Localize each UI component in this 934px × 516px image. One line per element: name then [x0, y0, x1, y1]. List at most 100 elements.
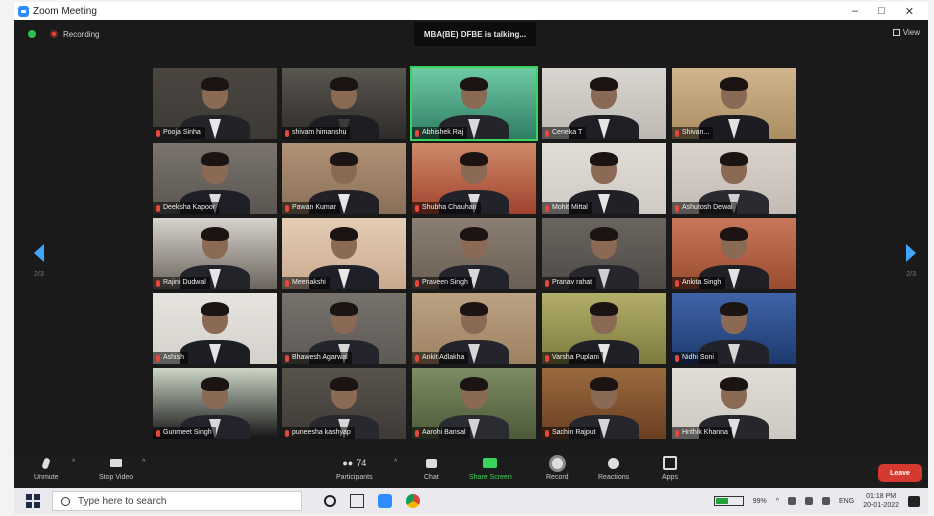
- participant-name: Ceneka T: [552, 129, 583, 136]
- participants-button[interactable]: ●● 74 Participants: [336, 456, 373, 481]
- taskbar-search-input[interactable]: Type here to search: [52, 491, 302, 511]
- participant-video-tile[interactable]: Pawan Kumar: [282, 143, 406, 214]
- participant-video-tile[interactable]: Varsha Puplani: [542, 293, 666, 364]
- windows-start-icon[interactable]: [26, 494, 40, 508]
- participant-video-tile[interactable]: Gunmeet Singh: [153, 368, 277, 439]
- record-button[interactable]: Record: [546, 456, 569, 481]
- reactions-button[interactable]: Reactions: [598, 456, 629, 481]
- security-shield-icon[interactable]: [28, 30, 36, 38]
- window-title: Zoom Meeting: [33, 5, 97, 17]
- apps-button[interactable]: Apps: [662, 456, 678, 481]
- share-screen-button[interactable]: Share Screen: [469, 456, 512, 481]
- participant-video-tile[interactable]: shivam himanshu: [282, 68, 406, 139]
- zoom-logo-icon: [18, 5, 29, 17]
- participant-video-tile[interactable]: Nidhi Soni: [672, 293, 796, 364]
- participant-name: Pooja Sinha: [163, 129, 201, 136]
- task-view-icon[interactable]: [350, 494, 364, 508]
- microphone-muted-icon: [545, 429, 549, 437]
- audio-options-chevron-icon[interactable]: ^: [72, 459, 75, 466]
- participants-count: 74: [356, 458, 367, 468]
- microphone-muted-icon: [415, 129, 419, 137]
- participant-hair: [201, 76, 229, 91]
- participant-video-tile[interactable]: Rajini Dudwal: [153, 218, 277, 289]
- participant-video-tile[interactable]: Ceneka T: [542, 68, 666, 139]
- participant-hair: [330, 301, 358, 316]
- participant-video-tile[interactable]: Deeksha Kapoor: [153, 143, 277, 214]
- meeting-area: Recording MBA(BE) DFBE is talking... Vie…: [14, 20, 928, 488]
- participant-name: Shivan...: [682, 129, 710, 136]
- participant-name: Abhishek Raj: [422, 129, 464, 136]
- stop-video-button[interactable]: Stop Video: [99, 456, 133, 481]
- recording-label: Recording: [63, 29, 100, 39]
- participant-video-tile[interactable]: Ashish: [153, 293, 277, 364]
- view-button[interactable]: View: [892, 28, 920, 37]
- volume-icon[interactable]: [822, 497, 831, 505]
- next-page-arrow-icon[interactable]: [906, 244, 916, 262]
- chrome-app-icon[interactable]: [406, 494, 420, 508]
- participants-options-chevron-icon[interactable]: ^: [394, 459, 397, 466]
- unmute-button[interactable]: Unmute: [34, 456, 59, 481]
- cortana-circle-icon[interactable]: [324, 495, 336, 507]
- participant-name-tag: Shubha Chauhan: [412, 202, 481, 214]
- video-camera-icon: [110, 456, 122, 470]
- language-indicator[interactable]: ENG: [839, 498, 854, 505]
- minimize-button[interactable]: –: [852, 5, 858, 18]
- network-icon[interactable]: [788, 497, 797, 505]
- participant-video-tile[interactable]: Ashutosh Dewal: [672, 143, 796, 214]
- participant-hair: [330, 376, 358, 391]
- participant-video-tile[interactable]: Pooja Sinha: [153, 68, 277, 139]
- participant-video-tile[interactable]: Shivan...: [672, 68, 796, 139]
- participants-icon-group: ●● 74: [342, 456, 366, 470]
- participant-video-tile[interactable]: Pranav rahat: [542, 218, 666, 289]
- participant-name: Sachin Rajput: [552, 429, 596, 436]
- participant-video-tile[interactable]: puneesha kashyap: [282, 368, 406, 439]
- participant-name-tag: shivam himanshu: [282, 127, 351, 139]
- participant-video-tile[interactable]: Ankita Singh: [672, 218, 796, 289]
- microphone-muted-icon: [675, 129, 679, 137]
- onedrive-icon[interactable]: [805, 497, 814, 505]
- participant-video-tile[interactable]: Meenakshi: [282, 218, 406, 289]
- clock-date: 20-01-2022: [863, 502, 899, 509]
- close-button[interactable]: ✕: [905, 5, 914, 18]
- stop-video-label: Stop Video: [99, 474, 134, 481]
- participant-hair: [590, 226, 618, 241]
- participant-hair: [460, 151, 488, 166]
- participant-hair: [590, 301, 618, 316]
- participant-video-tile[interactable]: Sachin Rajput: [542, 368, 666, 439]
- leave-button[interactable]: Leave: [878, 464, 922, 482]
- page-indicator-left: 2/3: [34, 271, 44, 278]
- participant-video-tile[interactable]: Praveen Singh: [412, 218, 536, 289]
- participant-hair: [590, 76, 618, 91]
- participant-video-tile[interactable]: Ankit Adlakha: [412, 293, 536, 364]
- record-label: Record: [546, 474, 569, 481]
- previous-page-arrow-icon[interactable]: [34, 244, 44, 262]
- participant-name: Shubha Chauhan: [422, 204, 477, 211]
- people-icon: ●●: [342, 458, 354, 468]
- participant-video-tile[interactable]: Hrithik Khanna: [672, 368, 796, 439]
- maximize-button[interactable]: □: [878, 5, 885, 18]
- participant-name: Bhawesh Agarwal: [292, 354, 348, 361]
- video-options-chevron-icon[interactable]: ^: [142, 459, 145, 466]
- microphone-muted-icon: [545, 354, 549, 362]
- share-screen-icon: [483, 456, 497, 470]
- microphone-muted-icon: [675, 429, 679, 437]
- microphone-muted-icon: [285, 279, 289, 287]
- view-label: View: [902, 28, 920, 37]
- participant-hair: [720, 376, 748, 391]
- smiley-icon: [608, 456, 619, 470]
- participant-video-tile[interactable]: Abhishek Raj: [410, 66, 538, 141]
- battery-icon[interactable]: [713, 496, 744, 506]
- participant-video-tile[interactable]: Bhawesh Agarwal: [282, 293, 406, 364]
- share-screen-label: Share Screen: [469, 474, 512, 481]
- participant-name-tag: Varsha Puplani: [542, 352, 603, 364]
- notification-icon[interactable]: [908, 495, 920, 507]
- participant-hair: [720, 301, 748, 316]
- participant-video-tile[interactable]: Mohit Mittal: [542, 143, 666, 214]
- participant-video-tile[interactable]: Aarohi Bansal: [412, 368, 536, 439]
- participant-hair: [201, 226, 229, 241]
- chevron-up-icon[interactable]: ^: [776, 498, 779, 505]
- zoom-app-icon[interactable]: [378, 494, 392, 508]
- taskbar-clock[interactable]: 01:18 PM 20-01-2022: [863, 492, 899, 510]
- participant-video-tile[interactable]: Shubha Chauhan: [412, 143, 536, 214]
- chat-button[interactable]: Chat: [424, 456, 439, 481]
